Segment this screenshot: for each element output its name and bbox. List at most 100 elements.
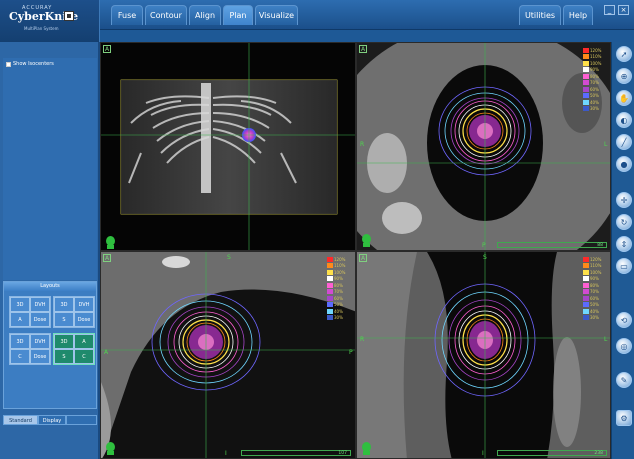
line-measure-icon[interactable]: ╱	[616, 134, 632, 150]
viewport-tag: A	[103, 45, 111, 53]
legend-value: 40%	[334, 308, 343, 314]
logo-tagline: MultiPlan System	[24, 26, 59, 31]
head-orientation-icon[interactable]	[361, 442, 372, 455]
show-isocenters-checkbox[interactable]: Show Isocenters	[6, 61, 54, 67]
layout-cell: DVH	[30, 297, 50, 312]
layout-option-3d-dvh-a-dose[interactable]: 3D DVH A Dose	[9, 296, 51, 328]
layout-cell: A	[10, 312, 30, 327]
minimize-button[interactable]: _	[604, 5, 615, 15]
legend-value: 50%	[334, 302, 343, 308]
legend-swatch	[583, 302, 589, 308]
capture-icon[interactable]: ✎	[616, 372, 632, 388]
legend-swatch	[327, 282, 333, 288]
legend-value: 60%	[590, 295, 599, 301]
legend-swatch	[583, 47, 589, 53]
orientation-right-label: L	[604, 336, 608, 343]
layout-option-3d-a-s-c[interactable]: 3D A S C	[53, 333, 95, 365]
legend-value: 120%	[590, 256, 602, 262]
head-orientation-icon[interactable]	[105, 442, 116, 455]
rotate-icon[interactable]: ↻	[616, 214, 632, 230]
legend-value: 100%	[590, 269, 602, 275]
tab-visualize[interactable]: Visualize	[255, 5, 298, 25]
orientation-left-label: A	[104, 349, 109, 356]
zoom-icon[interactable]: ⊕	[616, 68, 632, 84]
layout-option-3d-dvh-s-dose[interactable]: 3D DVH S Dose	[53, 296, 95, 328]
coronal-slice-slider[interactable]: 238	[497, 450, 607, 456]
viewport-grid: A A R L P 120% 110% 100% 90% 80% 70% 60%…	[100, 42, 611, 459]
legend-swatch	[583, 80, 589, 86]
drr-3d-viewport[interactable]: A	[100, 42, 356, 251]
close-button[interactable]: ×	[618, 5, 629, 15]
layout-cell: A	[74, 334, 94, 349]
legend-swatch	[583, 289, 589, 295]
orientation-left-label: R	[360, 141, 365, 148]
legend-value: 40%	[590, 99, 599, 105]
legend-swatch	[327, 256, 333, 262]
layouts-panel: Layouts 3D DVH A Dose 3D DVH S Dose 3D D…	[3, 281, 97, 409]
legend-swatch	[327, 295, 333, 301]
legend-swatch	[583, 99, 589, 105]
coronal-viewport[interactable]: A S R L I 120% 110% 100% 90% 80% 70% 60%…	[356, 251, 611, 459]
scroll-icon[interactable]: ⇕	[616, 236, 632, 252]
pan-hand-icon[interactable]: ✋	[616, 90, 632, 106]
legend-swatch	[327, 269, 333, 275]
isodose-icon[interactable]: ◎	[616, 338, 632, 354]
arrow-pointer-icon[interactable]: ➚	[616, 46, 632, 62]
tab-display[interactable]: Display	[38, 415, 66, 425]
legend-swatch	[327, 263, 333, 269]
legend-value: 100%	[334, 269, 346, 275]
tab-help[interactable]: Help	[563, 5, 593, 25]
sagittal-viewport[interactable]: A S A P I 120% 110% 100% 90% 80% 70% 60%…	[100, 251, 356, 459]
settings-icon[interactable]: ⚙	[616, 410, 632, 426]
axial-slice-slider[interactable]: 88	[497, 242, 607, 248]
viewport-tag: A	[359, 254, 367, 262]
legend-value: 70%	[590, 80, 599, 86]
legend-row: 30%	[327, 315, 353, 322]
tab-contour[interactable]: Contour	[145, 5, 187, 25]
tab-align[interactable]: Align	[189, 5, 221, 25]
window-level-icon[interactable]: ◐	[616, 112, 632, 128]
legend-row: 30%	[583, 315, 609, 322]
panel-bottom-tabs: Standard Display	[3, 415, 97, 425]
legend-swatch	[583, 276, 589, 282]
crosshair-icon[interactable]: ✛	[616, 192, 632, 208]
drr-image	[101, 43, 355, 250]
tab-fuse[interactable]: Fuse	[111, 5, 143, 25]
legend-swatch	[583, 315, 589, 321]
sagittal-ct-image	[101, 252, 355, 458]
tab-empty[interactable]	[66, 415, 97, 425]
orientation-top-marker: S	[483, 254, 487, 261]
sagittal-slice-slider[interactable]: 107	[241, 450, 351, 456]
legend-swatch	[583, 282, 589, 288]
legend-value: 80%	[334, 282, 343, 288]
legend-value: 60%	[334, 295, 343, 301]
options-area	[3, 58, 97, 280]
legend-swatch	[327, 308, 333, 314]
head-orientation-icon[interactable]	[105, 236, 116, 249]
contrast-icon[interactable]: ●	[616, 156, 632, 172]
layout-option-3d-dvh-c-dose[interactable]: 3D DVH C Dose	[9, 333, 51, 365]
legend-value: 90%	[334, 276, 343, 282]
orientation-right-label: L	[604, 141, 608, 148]
legend-value: 70%	[590, 289, 599, 295]
checkbox-box[interactable]	[6, 61, 11, 67]
reset-view-icon[interactable]: ⟲	[616, 312, 632, 328]
tab-standard[interactable]: Standard	[3, 415, 38, 425]
tab-utilities[interactable]: Utilities	[519, 5, 561, 25]
logo-chip-icon	[64, 11, 74, 21]
tab-plan[interactable]: Plan	[223, 5, 253, 25]
legend-swatch	[583, 106, 589, 112]
head-orientation-icon[interactable]	[361, 234, 372, 247]
coronal-ct-image	[357, 252, 610, 458]
orientation-bottom-label: P	[482, 242, 486, 249]
legend-value: 40%	[590, 308, 599, 314]
ruler-icon[interactable]: ▭	[616, 258, 632, 274]
axial-viewport[interactable]: A R L P 120% 110% 100% 90% 80% 70% 60% 5…	[356, 42, 611, 251]
legend-value: 30%	[334, 315, 343, 321]
legend-swatch	[327, 302, 333, 308]
legend-swatch	[583, 256, 589, 262]
orientation-bottom-label: I	[225, 450, 227, 457]
legend-value: 100%	[590, 60, 602, 66]
legend-swatch	[583, 93, 589, 99]
layout-cell: Dose	[30, 349, 50, 364]
